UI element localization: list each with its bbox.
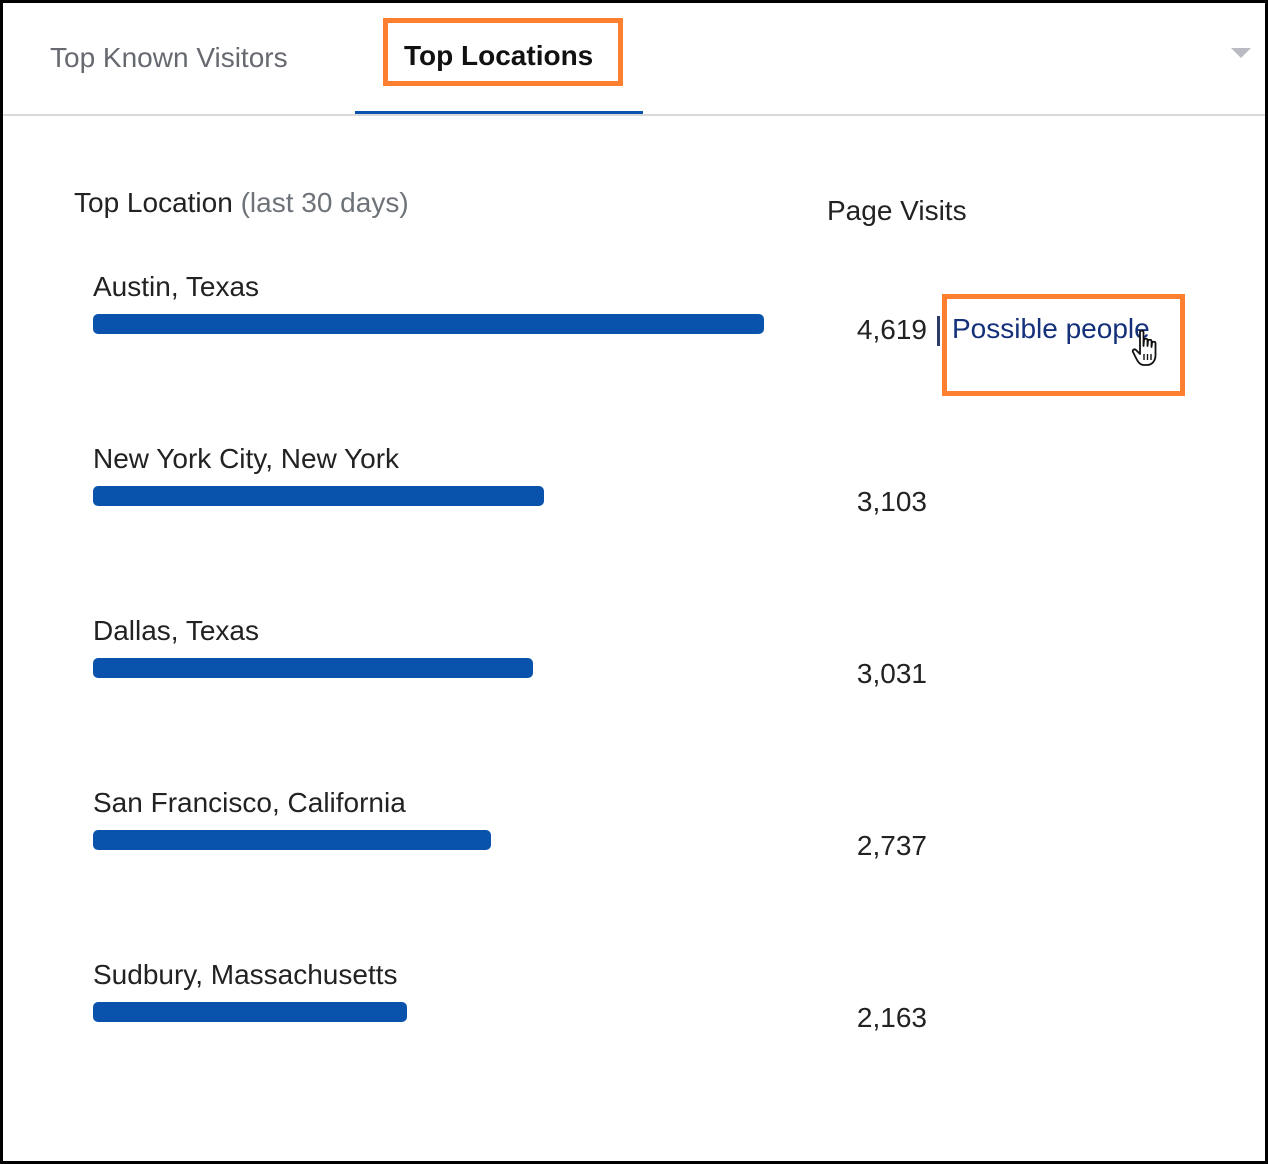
location-row: Sudbury, Massachusetts 2,163 — [3, 959, 1265, 1109]
column-header-page-visits: Page Visits — [827, 195, 967, 226]
column-header-location: Top Location (last 30 days) — [74, 187, 409, 219]
bar-track — [93, 1002, 764, 1022]
column-title: Top Location — [74, 187, 233, 218]
visits-bar — [93, 658, 533, 678]
bar-track — [93, 314, 764, 334]
hand-pointer-icon — [1131, 329, 1157, 366]
location-name: San Francisco, California — [93, 787, 406, 818]
location-row: Dallas, Texas 3,031 — [3, 615, 1265, 765]
highlight-box — [383, 18, 623, 86]
location-name: Dallas, Texas — [93, 615, 260, 646]
visits-bar — [93, 314, 764, 334]
visits-count: 2,737 — [856, 830, 927, 861]
top-locations-panel: Top Known Visitors Top Locations Top Loc… — [0, 0, 1268, 1164]
bar-track — [93, 658, 764, 678]
divider — [3, 114, 1265, 116]
location-row: San Francisco, California 2,737 — [3, 787, 1265, 937]
visits-count: 3,031 — [856, 658, 927, 689]
tab-top-locations[interactable]: Top Locations — [355, 3, 643, 115]
separator — [937, 316, 940, 346]
location-name: New York City, New York — [93, 443, 400, 474]
chevron-down-icon[interactable] — [1231, 48, 1251, 58]
location-row: Austin, Texas 4,619 Possible people — [3, 271, 1265, 421]
visits-count: 4,619 — [856, 314, 927, 345]
bar-track — [93, 486, 764, 506]
visits-bar — [93, 486, 544, 506]
location-name: Sudbury, Massachusetts — [93, 959, 398, 990]
visits-bar — [93, 1002, 407, 1022]
visits-bar — [93, 830, 491, 850]
location-name: Austin, Texas — [93, 271, 260, 302]
tab-label: Top Known Visitors — [50, 42, 288, 73]
column-subtitle: (last 30 days) — [240, 187, 409, 218]
bar-track — [93, 830, 764, 850]
tab-bar: Top Known Visitors Top Locations — [3, 3, 1265, 117]
visits-count: 2,163 — [856, 1002, 927, 1033]
visits-count: 3,103 — [856, 486, 927, 517]
location-row: New York City, New York 3,103 — [3, 443, 1265, 593]
tab-top-known-visitors[interactable]: Top Known Visitors — [33, 3, 353, 115]
